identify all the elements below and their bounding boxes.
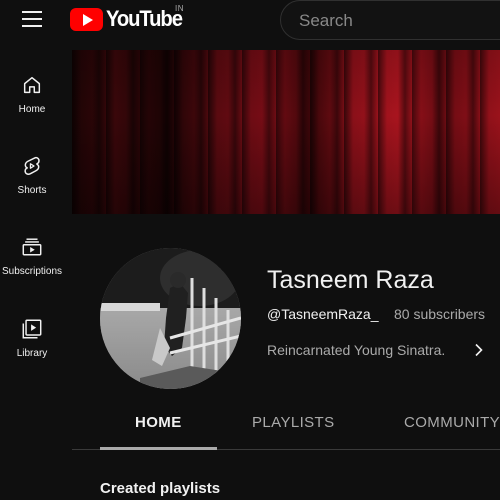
channel-banner <box>72 50 500 214</box>
shorts-icon <box>24 156 40 175</box>
sidebar: Home Shorts Subscriptions Library <box>0 40 64 500</box>
sidebar-item-label: Subscriptions <box>1 266 63 277</box>
chevron-right-icon[interactable] <box>472 343 486 357</box>
menu-icon[interactable] <box>18 6 46 32</box>
avatar[interactable] <box>100 248 241 389</box>
channel-handle: @TasneemRaza_ <box>267 306 379 322</box>
library-icon <box>22 319 42 339</box>
active-tab-indicator <box>100 447 217 450</box>
channel-name: Tasneem Raza <box>267 266 434 294</box>
logo-text: YouTube <box>106 6 183 31</box>
avatar-photo <box>100 248 241 389</box>
home-icon <box>23 76 41 94</box>
tab-home[interactable]: HOME <box>135 414 182 431</box>
sidebar-item-library[interactable]: Library <box>0 318 64 390</box>
channel-tabs: HOME PLAYLISTS COMMUNITY <box>72 400 500 450</box>
youtube-play-icon <box>70 7 103 31</box>
sidebar-item-label: Shorts <box>17 185 47 196</box>
sidebar-item-home[interactable]: Home <box>0 74 64 146</box>
search-box[interactable] <box>280 0 500 40</box>
sidebar-item-label: Home <box>18 104 46 115</box>
tab-playlists[interactable]: PLAYLISTS <box>252 414 335 431</box>
region-code: IN <box>175 4 184 13</box>
youtube-logo[interactable]: YouTube <box>70 6 188 32</box>
subscriber-count: 80 subscribers <box>394 306 486 322</box>
sidebar-item-shorts[interactable]: Shorts <box>0 155 64 227</box>
top-bar: YouTube IN <box>0 0 500 40</box>
tab-community[interactable]: COMMUNITY <box>404 414 500 431</box>
sidebar-item-label: Library <box>16 348 48 359</box>
subscriptions-icon <box>22 238 42 256</box>
sidebar-item-subscriptions[interactable]: Subscriptions <box>0 236 64 308</box>
search-input[interactable] <box>299 11 499 31</box>
channel-description[interactable]: Reincarnated Young Sinatra. <box>267 342 445 358</box>
section-title: Created playlists <box>100 480 221 497</box>
channel-handle-text: @TasneemRaza_ <box>267 306 379 322</box>
